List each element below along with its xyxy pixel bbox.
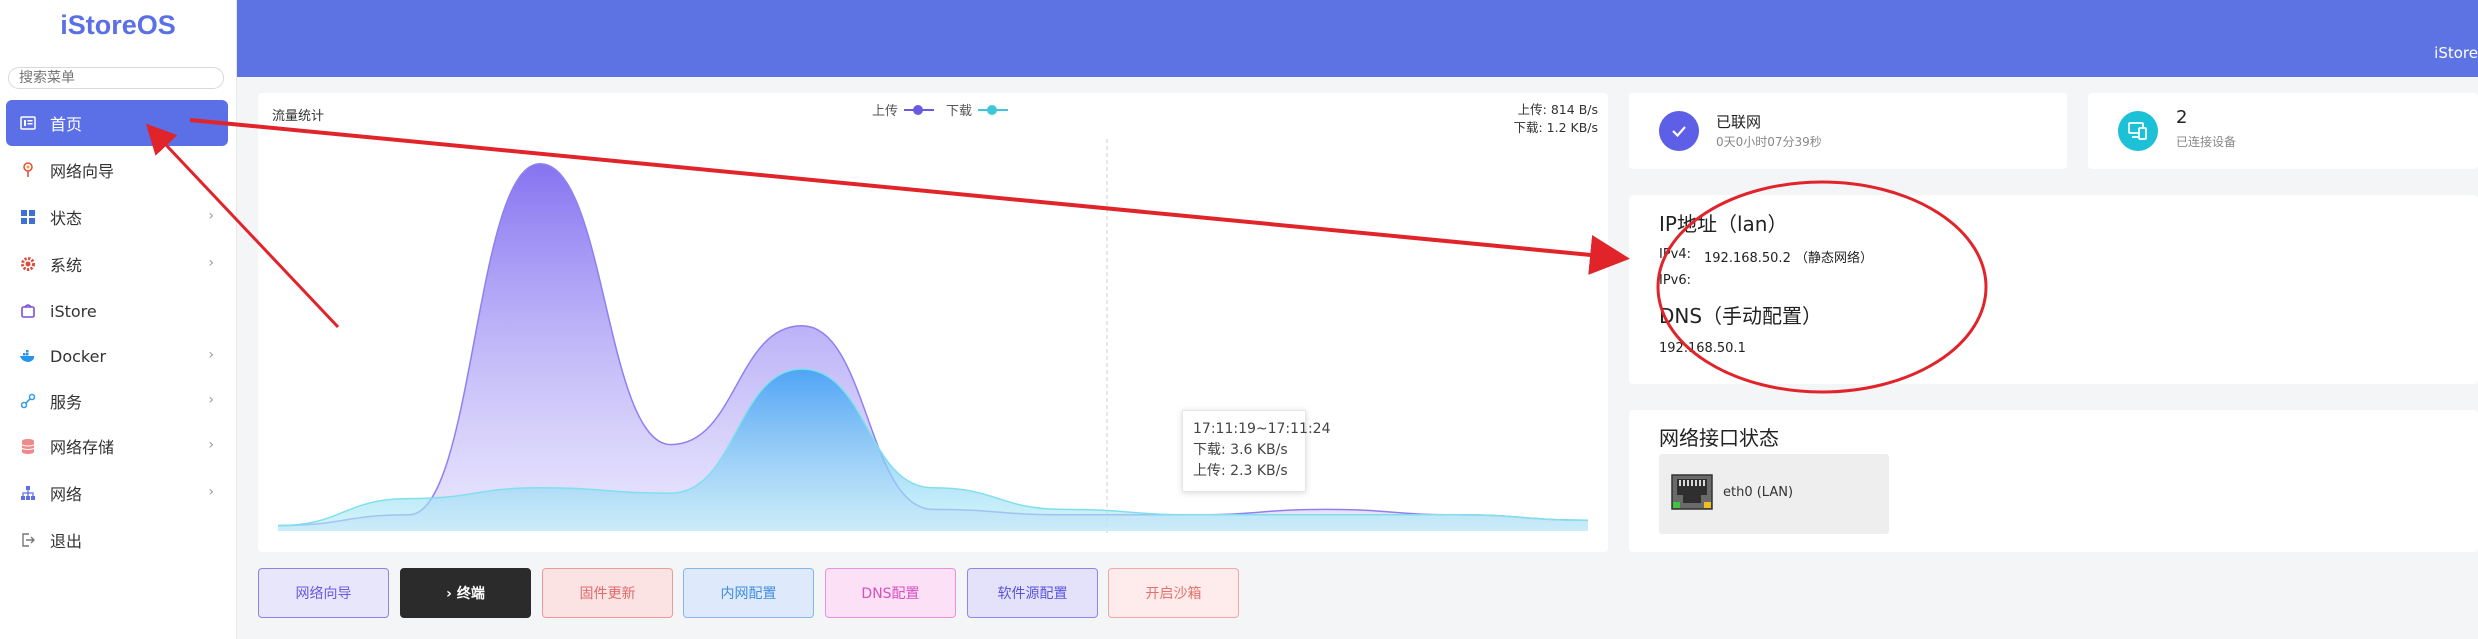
ipv6-label: IPv6: (1659, 273, 1692, 288)
sidebar-item-label: Docker (50, 346, 107, 366)
search-input[interactable] (8, 67, 224, 89)
sidebar-item-label: 网络 (50, 485, 83, 504)
software-source-button[interactable]: 软件源配置 (967, 568, 1098, 618)
tooltip-upload: 上传: 2.3 KB/s (1193, 463, 1288, 479)
traffic-chart-card: 流量统计 上传 下载 上传: 814 B/s 下载: 1.2 KB/s 17:1… (258, 93, 1608, 552)
uptime-text: 0天0小时07分39秒 (1716, 135, 1822, 149)
services-icon (18, 391, 38, 411)
gear-icon (18, 254, 38, 274)
connected-devices-card: 2 已连接设备 (2088, 93, 2478, 169)
chevron-right-icon: › (208, 437, 214, 453)
sidebar-item-home[interactable]: 首页 (6, 100, 228, 146)
app-logo[interactable]: iStoreOS (0, 10, 236, 41)
sidebar-item-label: 网络存储 (50, 438, 115, 457)
traffic-area-chart[interactable] (258, 93, 1608, 552)
tooltip-time: 17:11:19~17:11:24 (1193, 421, 1331, 437)
ip-address-card: IP地址（lan） IPv4: 192.168.50.2 （静态网络） IPv6… (1629, 195, 2478, 384)
store-icon (18, 301, 38, 321)
chevron-right-icon: › (208, 208, 214, 224)
network-wizard-button[interactable]: 网络向导 (258, 568, 389, 618)
sidebar-item-logout[interactable]: 退出 (6, 517, 228, 563)
sidebar-item-wizard[interactable]: 网络向导 (6, 147, 228, 193)
ethernet-port-icon (1671, 474, 1713, 510)
network-interfaces-card: 网络接口状态 eth0 (LAN) (1629, 410, 2478, 552)
docker-icon (18, 346, 38, 366)
sidebar-item-status[interactable]: 状态 › (6, 194, 228, 240)
sidebar: iStoreOS 首页 网络向导 状态 › 系统 › (0, 0, 237, 639)
top-header: iStore (237, 0, 2478, 77)
chevron-right-icon: › (208, 255, 214, 271)
ip-title: IP地址（lan） (1659, 212, 1788, 236)
logout-icon (18, 530, 38, 550)
sidebar-item-label: 服务 (50, 393, 83, 412)
upload-area-series (278, 163, 1588, 532)
interface-name: eth0 (LAN) (1723, 485, 1794, 500)
dns-title: DNS（手动配置） (1659, 304, 1823, 328)
sidebar-item-label: 状态 (50, 209, 83, 228)
interfaces-title: 网络接口状态 (1659, 426, 1779, 450)
sidebar-item-network[interactable]: 网络 › (6, 470, 228, 516)
sidebar-item-nas[interactable]: 网络存储 › (6, 423, 228, 469)
sidebar-item-label: iStore (50, 301, 97, 321)
interface-item[interactable]: eth0 (LAN) (1659, 454, 1889, 534)
status-icon (18, 207, 38, 227)
status-title: 已联网 (1716, 113, 1762, 131)
sidebar-item-istore[interactable]: iStore (6, 288, 228, 334)
ipv4-value: 192.168.50.2 （静态网络） (1704, 251, 1873, 266)
dns-value: 192.168.50.1 (1659, 341, 1746, 356)
sidebar-item-system[interactable]: 系统 › (6, 241, 228, 287)
terminal-button[interactable]: › 终端 (400, 568, 531, 618)
home-icon (18, 113, 38, 133)
chevron-right-icon: › (208, 484, 214, 500)
tooltip-download: 下载: 3.6 KB/s (1193, 442, 1288, 458)
sidebar-item-docker[interactable]: Docker › (6, 333, 228, 379)
sidebar-item-services[interactable]: 服务 › (6, 378, 228, 424)
devices-count: 2 (2176, 107, 2188, 128)
network-status-card: 已联网 0天0小时07分39秒 (1629, 93, 2067, 169)
sidebar-item-label: 系统 (50, 256, 83, 275)
ipv4-label: IPv4: (1659, 247, 1692, 262)
chevron-right-icon: › (208, 392, 214, 408)
check-circle-icon (1659, 111, 1699, 151)
chevron-right-icon: › (208, 347, 214, 363)
devices-icon (2118, 111, 2158, 151)
firmware-update-button[interactable]: 固件更新 (542, 568, 673, 618)
lan-config-button[interactable]: 内网配置 (683, 568, 814, 618)
sidebar-item-label: 首页 (50, 115, 83, 134)
sidebar-item-label: 退出 (50, 532, 83, 551)
sandbox-button[interactable]: 开启沙箱 (1108, 568, 1239, 618)
sidebar-item-label: 网络向导 (50, 162, 115, 181)
dns-config-button[interactable]: DNS配置 (825, 568, 956, 618)
header-brand[interactable]: iStore (2434, 44, 2478, 62)
wizard-icon (18, 160, 38, 180)
devices-label: 已连接设备 (2176, 135, 2237, 149)
network-icon (18, 483, 38, 503)
storage-icon (18, 436, 38, 456)
chart-tooltip: 17:11:19~17:11:24 下载: 3.6 KB/s 上传: 2.3 K… (1182, 410, 1331, 492)
